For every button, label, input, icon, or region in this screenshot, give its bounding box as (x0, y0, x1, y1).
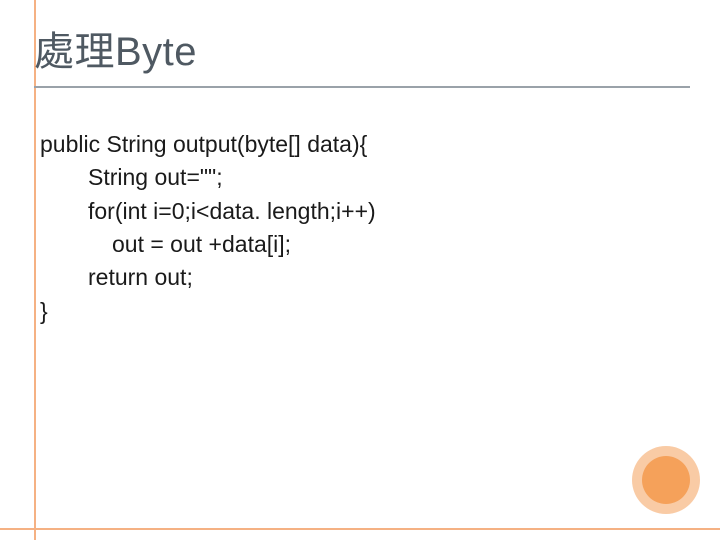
code-line-2: String out=""; (40, 161, 680, 194)
code-line-1: public String output(byte[] data){ (40, 128, 680, 161)
slide-title: 處理Byte (34, 30, 690, 74)
code-block: public String output(byte[] data){ Strin… (40, 128, 680, 328)
code-line-4: out = out +data[i]; (40, 228, 680, 261)
bottom-horizontal-rule (0, 528, 720, 530)
accent-circle-icon (630, 444, 702, 516)
slide: 處理Byte public String output(byte[] data)… (0, 0, 720, 540)
code-line-3: for(int i=0;i<data. length;i++) (40, 195, 680, 228)
title-container: 處理Byte (34, 30, 690, 88)
code-line-6: } (40, 295, 680, 328)
code-line-5: return out; (40, 261, 680, 294)
